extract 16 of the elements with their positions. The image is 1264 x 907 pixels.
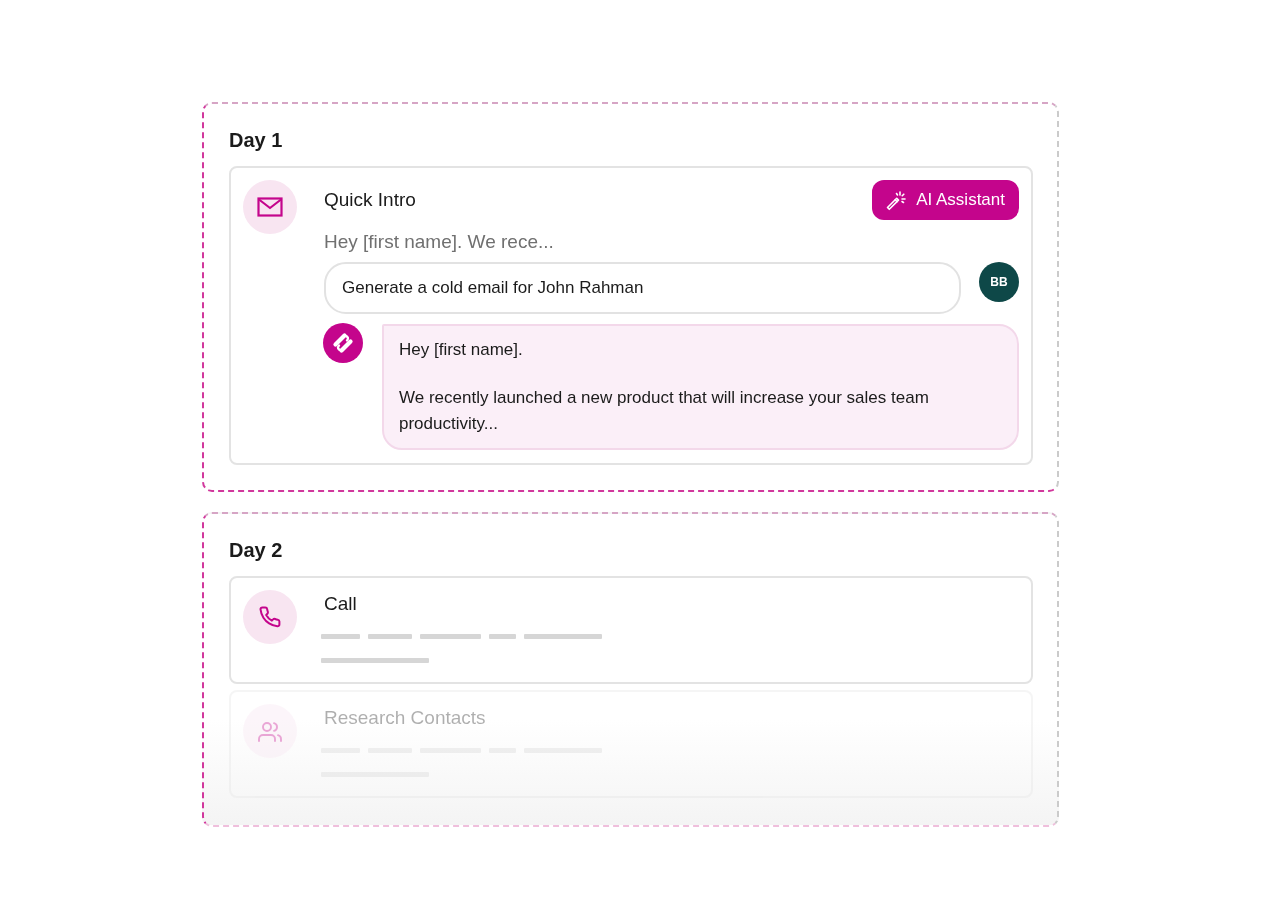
logo-icon xyxy=(323,323,363,363)
message-text: Hey [first name]. xyxy=(399,339,524,361)
step-title: Call xyxy=(324,592,357,616)
prompt-field[interactable]: Generate a cold email for John Rahman xyxy=(324,262,961,314)
user-avatar: BB xyxy=(979,262,1019,302)
day-heading: Day 2 xyxy=(229,538,284,562)
envelope-icon xyxy=(243,180,297,234)
message-preview: Hey [first name]. We rece... xyxy=(324,230,555,254)
magic-wand-icon xyxy=(885,189,907,211)
step-title: Quick Intro xyxy=(324,188,416,212)
day-heading: Day 1 xyxy=(229,128,284,152)
ai-assistant-button[interactable]: AI Assistant xyxy=(872,180,1019,220)
step-title: Research Contacts xyxy=(324,706,486,730)
message-text: We recently launched a new product that will increase your sales team productivity... xyxy=(399,387,930,435)
phone-icon xyxy=(243,590,297,644)
people-icon xyxy=(243,704,297,758)
